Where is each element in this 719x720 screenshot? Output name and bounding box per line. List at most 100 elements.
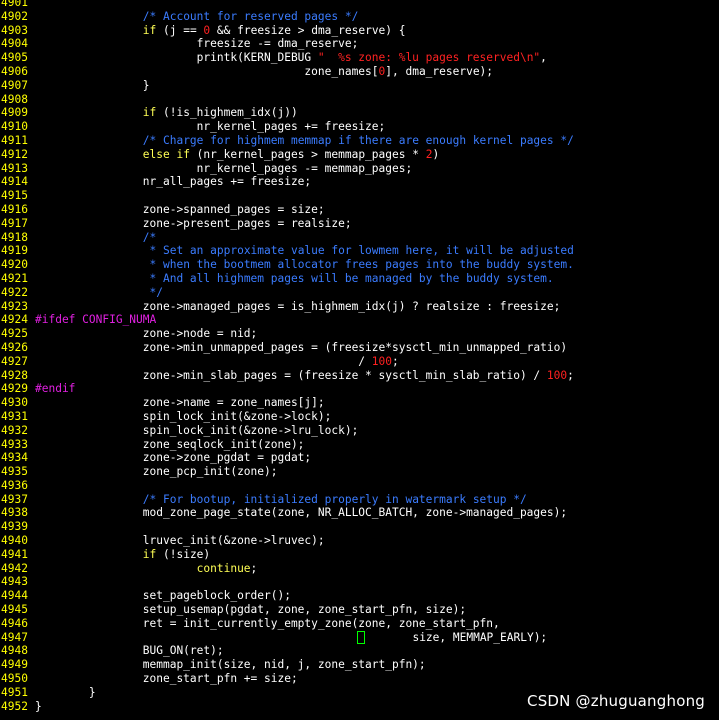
code-text[interactable]: zone_names[0], dma_reserve); [35, 65, 493, 78]
code-text[interactable]: setup_usemap(pgdat, zone, zone_start_pfn… [35, 603, 466, 616]
code-text[interactable]: zone->min_unmapped_pages = (freesize*sys… [35, 341, 567, 354]
code-line[interactable]: 4931 spin_lock_init(&zone->lock); [0, 410, 719, 424]
code-line[interactable]: 4930 zone->name = zone_names[j]; [0, 396, 719, 410]
code-line[interactable]: 4934 zone->zone_pgdat = pgdat; [0, 451, 719, 465]
code-line[interactable]: 4920 * when the bootmem allocator frees … [0, 258, 719, 272]
code-line[interactable]: 4902 /* Account for reserved pages */ [0, 10, 719, 24]
code-text[interactable]: /* Account for reserved pages */ [35, 10, 359, 23]
code-text[interactable]: if (j == 0 && freesize > dma_reserve) { [35, 24, 406, 37]
line-number: 4914 [1, 175, 28, 189]
code-line[interactable]: 4903 if (j == 0 && freesize > dma_reserv… [0, 24, 719, 38]
code-text[interactable]: zone->zone_pgdat = pgdat; [35, 451, 311, 464]
code-line[interactable]: 4901 [0, 0, 719, 10]
code-text[interactable]: */ [35, 286, 163, 299]
code-text[interactable]: BUG_ON(ret); [35, 644, 224, 657]
code-text[interactable]: spin_lock_init(&zone->lru_lock); [35, 424, 359, 437]
code-line[interactable]: 4912 else if (nr_kernel_pages > memmap_p… [0, 148, 719, 162]
code-line[interactable]: 4921 * And all highmem pages will be man… [0, 272, 719, 286]
code-text[interactable]: if (!is_highmem_idx(j)) [35, 106, 298, 119]
code-line[interactable]: 4908 [0, 93, 719, 107]
code-text[interactable]: } [35, 686, 96, 699]
code-line[interactable]: 4910 nr_kernel_pages += freesize; [0, 120, 719, 134]
code-text[interactable]: / 100; [35, 355, 398, 368]
code-text[interactable]: printk(KERN_DEBUG " %s zone: %lu pages r… [35, 51, 547, 64]
code-text[interactable]: set_pageblock_order(); [35, 589, 291, 602]
code-text[interactable]: if (!size) [35, 548, 210, 561]
code-text[interactable]: else if (nr_kernel_pages > memmap_pages … [35, 148, 439, 161]
code-text[interactable]: } [35, 700, 42, 713]
code-text[interactable]: zone->min_slab_pages = (freesize * sysct… [35, 369, 574, 382]
code-line[interactable]: 4948 BUG_ON(ret); [0, 644, 719, 658]
code-text[interactable]: size, MEMMAP_EARLY); [35, 631, 547, 645]
code-line[interactable]: 4932 spin_lock_init(&zone->lru_lock); [0, 424, 719, 438]
code-text[interactable]: nr_kernel_pages -= memmap_pages; [35, 162, 413, 175]
code-line[interactable]: 4917 zone->present_pages = realsize; [0, 217, 719, 231]
code-line[interactable]: 4923 zone->managed_pages = is_highmem_id… [0, 300, 719, 314]
code-line[interactable]: 4913 nr_kernel_pages -= memmap_pages; [0, 162, 719, 176]
code-text[interactable]: * Set an approximate value for lowmem he… [35, 244, 574, 257]
code-line[interactable]: 4936 [0, 479, 719, 493]
code-token: setup_usemap(pgdat, zone, zone_start_pfn… [35, 603, 467, 617]
code-line[interactable]: 4904 freesize -= dma_reserve; [0, 37, 719, 51]
code-text[interactable]: ret = init_currently_empty_zone(zone, zo… [35, 617, 500, 630]
code-text[interactable]: zone->node = nid; [35, 327, 258, 340]
code-line[interactable]: 4949 memmap_init(size, nid, j, zone_star… [0, 658, 719, 672]
code-line[interactable]: 4925 zone->node = nid; [0, 327, 719, 341]
code-text[interactable]: lruvec_init(&zone->lruvec); [35, 534, 325, 547]
code-text[interactable]: freesize -= dma_reserve; [35, 37, 359, 50]
code-line[interactable]: 4906 zone_names[0], dma_reserve); [0, 65, 719, 79]
code-line[interactable]: 4939 [0, 520, 719, 534]
code-line[interactable]: 4907 } [0, 79, 719, 93]
code-line[interactable]: 4918 /* [0, 231, 719, 245]
code-line[interactable]: 4940 lruvec_init(&zone->lruvec); [0, 534, 719, 548]
code-line[interactable]: 4941 if (!size) [0, 548, 719, 562]
code-line[interactable]: 4947 size, MEMMAP_EARLY); [0, 631, 719, 645]
code-line[interactable]: 4946 ret = init_currently_empty_zone(zon… [0, 617, 719, 631]
code-line[interactable]: 4943 [0, 575, 719, 589]
code-line[interactable]: 4933 zone_seqlock_init(zone); [0, 438, 719, 452]
code-text[interactable]: zone_seqlock_init(zone); [35, 438, 305, 451]
code-line[interactable]: 4944 set_pageblock_order(); [0, 589, 719, 603]
line-number: 4941 [1, 547, 28, 561]
code-text[interactable]: /* For bootup, initialized properly in w… [35, 493, 527, 506]
code-text[interactable]: zone->name = zone_names[j]; [35, 396, 325, 409]
code-text[interactable]: zone->spanned_pages = size; [35, 203, 325, 216]
code-line[interactable]: 4928 zone->min_slab_pages = (freesize * … [0, 369, 719, 383]
code-text[interactable]: /* Charge for highmem memmap if there ar… [35, 134, 574, 147]
code-line[interactable]: 4950 zone_start_pfn += size; [0, 672, 719, 686]
code-line[interactable]: 4914 nr_all_pages += freesize; [0, 175, 719, 189]
code-text[interactable]: * when the bootmem allocator frees pages… [35, 258, 574, 271]
code-line[interactable]: 4937 /* For bootup, initialized properly… [0, 493, 719, 507]
code-text[interactable]: mod_zone_page_state(zone, NR_ALLOC_BATCH… [35, 506, 567, 519]
code-text[interactable]: #ifdef CONFIG_NUMA [35, 313, 156, 326]
code-text[interactable]: #endif [35, 382, 75, 395]
code-text[interactable]: spin_lock_init(&zone->lock); [35, 410, 332, 423]
code-text[interactable]: /* [35, 231, 156, 244]
code-line[interactable]: 4924 #ifdef CONFIG_NUMA [0, 313, 719, 327]
code-line[interactable]: 4916 zone->spanned_pages = size; [0, 203, 719, 217]
code-line[interactable]: 4927 / 100; [0, 355, 719, 369]
code-editor[interactable]: 4901 4902 /* Account for reserved pages *… [0, 0, 719, 713]
code-line[interactable]: 4919 * Set an approximate value for lowm… [0, 244, 719, 258]
code-line[interactable]: 4922 */ [0, 286, 719, 300]
code-line[interactable]: 4909 if (!is_highmem_idx(j)) [0, 106, 719, 120]
code-text[interactable]: continue; [35, 562, 258, 575]
code-line[interactable]: 4935 zone_pcp_init(zone); [0, 465, 719, 479]
code-line[interactable]: 4911 /* Charge for highmem memmap if the… [0, 134, 719, 148]
code-text[interactable]: * And all highmem pages will be managed … [35, 272, 554, 285]
code-text[interactable]: memmap_init(size, nid, j, zone_start_pfn… [35, 658, 426, 671]
code-text[interactable]: nr_kernel_pages += freesize; [35, 120, 386, 133]
code-text[interactable]: nr_all_pages += freesize; [35, 175, 311, 188]
code-text[interactable]: zone->managed_pages = is_highmem_idx(j) … [35, 300, 561, 313]
code-line[interactable]: 4945 setup_usemap(pgdat, zone, zone_star… [0, 603, 719, 617]
code-text[interactable]: zone_start_pfn += size; [35, 672, 298, 685]
code-line[interactable]: 4938 mod_zone_page_state(zone, NR_ALLOC_… [0, 506, 719, 520]
code-line[interactable]: 4942 continue; [0, 562, 719, 576]
code-line[interactable]: 4926 zone->min_unmapped_pages = (freesiz… [0, 341, 719, 355]
code-line[interactable]: 4905 printk(KERN_DEBUG " %s zone: %lu pa… [0, 51, 719, 65]
code-text[interactable]: zone->present_pages = realsize; [35, 217, 352, 230]
code-text[interactable]: zone_pcp_init(zone); [35, 465, 278, 478]
code-line[interactable]: 4915 [0, 189, 719, 203]
code-text[interactable]: } [35, 79, 150, 92]
code-line[interactable]: 4929 #endif [0, 382, 719, 396]
